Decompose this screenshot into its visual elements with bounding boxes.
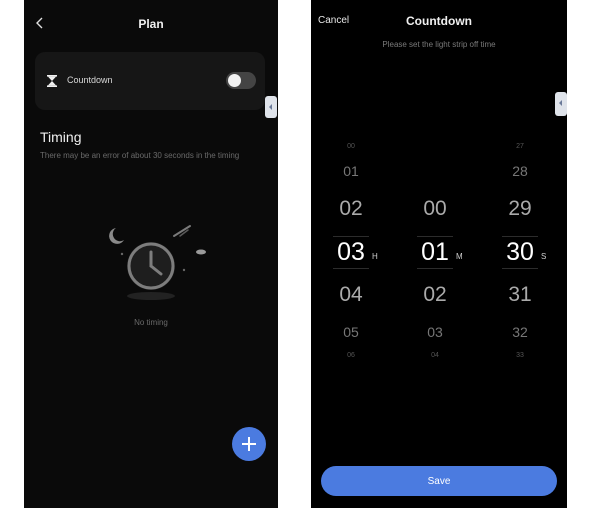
timing-note: There may be an error of about 30 second… (40, 151, 240, 160)
picker-value[interactable]: 32 (490, 324, 550, 341)
picker-value[interactable]: 02 (405, 282, 465, 307)
selection-divider (333, 268, 369, 269)
plan-screen: Plan Countdown Timing There may be an er… (24, 0, 278, 508)
selection-divider (417, 268, 453, 269)
selection-divider (502, 236, 538, 237)
picker-value[interactable]: 29 (490, 196, 550, 221)
picker-value[interactable]: 33 (490, 352, 550, 360)
plus-icon (242, 437, 256, 451)
countdown-toggle[interactable] (226, 72, 256, 89)
side-drawer-handle[interactable] (555, 92, 567, 116)
countdown-label: Countdown (67, 75, 113, 85)
alarm-clock-icon (109, 225, 206, 300)
selection-divider (502, 268, 538, 269)
picker-value[interactable]: 05 (321, 324, 381, 341)
picker-unit-label: M (456, 252, 463, 261)
selection-divider (417, 236, 453, 237)
selection-divider (333, 236, 369, 237)
picker-unit-label: H (372, 252, 378, 261)
page-title: Plan (138, 17, 164, 31)
picker-value[interactable]: 03 (405, 324, 465, 341)
toggle-knob (228, 74, 241, 87)
picker-value[interactable]: 00 (405, 196, 465, 221)
save-button[interactable]: Save (321, 466, 557, 496)
picker-value[interactable]: 01 (321, 163, 381, 180)
picker-value[interactable]: 00 (321, 143, 381, 151)
side-drawer-handle[interactable] (265, 96, 277, 118)
add-timing-button[interactable] (232, 427, 266, 461)
page-title: Countdown (406, 14, 472, 28)
picker-value[interactable]: 28 (490, 163, 550, 180)
empty-state-text: No timing (134, 318, 168, 327)
countdown-card: Countdown (35, 52, 265, 110)
countdown-screen: Cancel Countdown Please set the light st… (311, 0, 567, 508)
picker-value[interactable]: 31 (490, 282, 550, 307)
picker-value[interactable]: 04 (321, 282, 381, 307)
timing-heading: Timing (40, 129, 82, 145)
picker-unit-label: S (541, 252, 547, 261)
page-subtitle: Please set the light strip off time (382, 40, 496, 49)
picker-value[interactable]: 27 (490, 143, 550, 151)
picker-value[interactable]: 02 (321, 196, 381, 221)
hourglass-icon (47, 75, 57, 87)
picker-value[interactable]: 06 (321, 352, 381, 360)
picker-value[interactable]: 04 (405, 352, 465, 360)
